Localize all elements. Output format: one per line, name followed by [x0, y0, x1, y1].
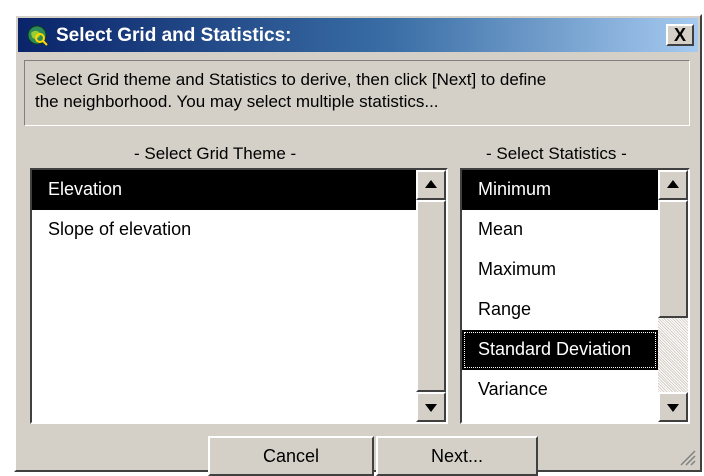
scroll-down-button[interactable] — [416, 392, 446, 422]
grid-theme-item-elevation[interactable]: Elevation — [32, 170, 416, 210]
arrow-down-icon — [425, 404, 437, 412]
statistics-label: - Select Statistics - — [486, 144, 627, 163]
statistics-item-mean[interactable]: Mean — [462, 210, 658, 250]
globe-icon — [27, 25, 48, 46]
grid-theme-scrollbar[interactable] — [416, 170, 446, 422]
resize-grip-icon[interactable] — [678, 448, 696, 466]
grid-theme-item-slope[interactable]: Slope of elevation — [32, 210, 416, 250]
scrollbar-thumb[interactable] — [658, 200, 688, 318]
close-button[interactable]: X — [666, 24, 694, 46]
instructions-line-1: Select Grid theme and Statistics to deri… — [35, 70, 547, 89]
grid-theme-listbox[interactable]: Elevation Slope of elevation — [30, 168, 448, 424]
statistics-item-minimum[interactable]: Minimum — [462, 170, 658, 210]
arrow-up-icon — [425, 180, 437, 188]
instructions-panel: Select Grid theme and Statistics to deri… — [24, 60, 690, 126]
statistics-item-range[interactable]: Range — [462, 290, 658, 330]
statistics-item-standard-deviation[interactable]: Standard Deviation — [462, 330, 658, 370]
arrow-up-icon — [667, 180, 679, 188]
window-title: Select Grid and Statistics: — [56, 25, 292, 46]
arrow-down-icon — [667, 404, 679, 412]
scroll-up-button[interactable] — [658, 170, 688, 200]
statistics-scrollbar[interactable] — [658, 170, 688, 422]
statistics-item-maximum[interactable]: Maximum — [462, 250, 658, 290]
title-bar[interactable]: Select Grid and Statistics: X — [18, 18, 698, 52]
scroll-up-button[interactable] — [416, 170, 446, 200]
next-button[interactable]: Next... — [376, 436, 538, 476]
scroll-down-button[interactable] — [658, 392, 688, 422]
instructions-line-2: the neighborhood. You may select multipl… — [35, 92, 439, 111]
grid-theme-label: - Select Grid Theme - — [134, 144, 297, 163]
statistics-item-variance[interactable]: Variance — [462, 370, 658, 410]
statistics-listbox[interactable]: Minimum Mean Maximum Range Standard Devi… — [460, 168, 690, 424]
scrollbar-thumb[interactable] — [416, 200, 446, 392]
close-icon: X — [673, 25, 686, 45]
select-grid-dialog: Select Grid and Statistics: X Select Gri… — [14, 14, 702, 476]
cancel-button[interactable]: Cancel — [208, 436, 374, 476]
